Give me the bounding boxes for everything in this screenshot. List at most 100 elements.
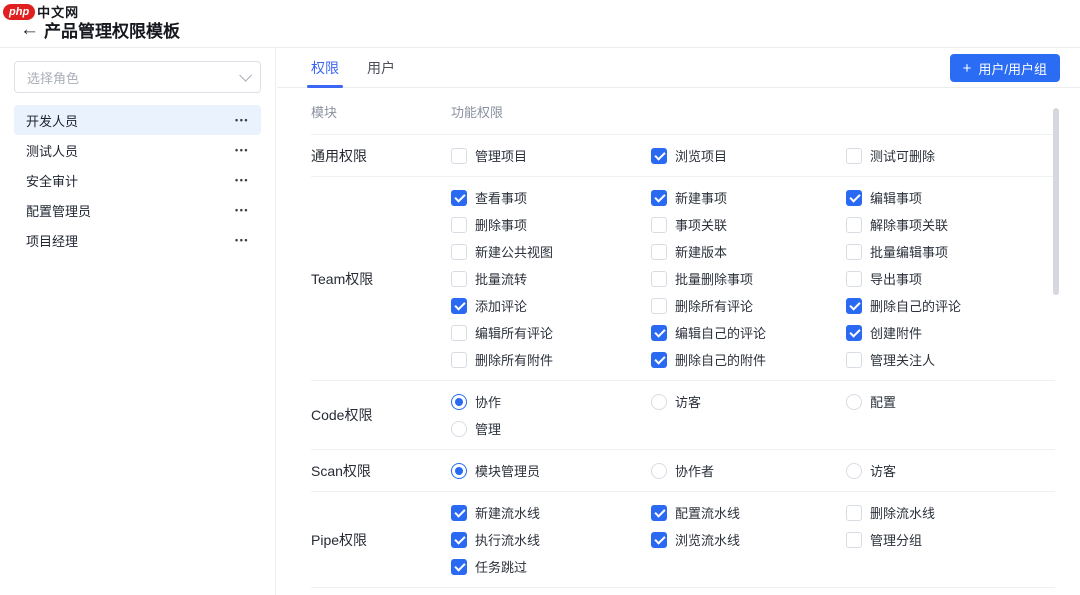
checkbox-option[interactable]: 解除事项关联 (846, 211, 1055, 238)
checkbox-icon[interactable] (451, 298, 467, 314)
radio-option[interactable]: 模块管理员 (451, 457, 651, 484)
checkbox-icon[interactable] (846, 298, 862, 314)
sidebar-item-role[interactable]: 安全审计••• (14, 165, 261, 195)
more-icon[interactable]: ••• (235, 145, 249, 155)
checkbox-option[interactable]: 管理分组 (846, 526, 1055, 553)
checkbox-option[interactable]: 配置流水线 (651, 499, 846, 526)
checkbox-icon[interactable] (651, 148, 667, 164)
checkbox-option[interactable]: 导出事项 (846, 265, 1055, 292)
permission-lines: 协作访客配置管理 (451, 388, 1055, 442)
role-select[interactable]: 选择角色 (14, 61, 261, 93)
sidebar-item-role[interactable]: 开发人员 ••• (14, 105, 261, 135)
checkbox-icon[interactable] (651, 325, 667, 341)
permission-line: 管理项目浏览项目测试可删除 (451, 142, 1055, 169)
add-user-group-button[interactable]: + 用户/用户组 (950, 54, 1060, 82)
checkbox-icon[interactable] (451, 532, 467, 548)
checkbox-icon[interactable] (846, 325, 862, 341)
tabs-row: 权限用户 + 用户/用户组 (277, 48, 1080, 88)
more-icon[interactable]: ••• (235, 175, 249, 185)
checkbox-option[interactable]: 测试可删除 (846, 142, 1055, 169)
checkbox-option[interactable]: 管理关注人 (846, 346, 1055, 373)
permission-label: 删除流水线 (870, 503, 935, 522)
checkbox-option[interactable]: 执行流水线 (451, 526, 651, 553)
checkbox-option[interactable]: 新建版本 (651, 238, 846, 265)
radio-icon[interactable] (651, 463, 667, 479)
radio-option[interactable]: 访客 (651, 388, 846, 415)
checkbox-icon[interactable] (651, 298, 667, 314)
sidebar-item-role[interactable]: 测试人员••• (14, 135, 261, 165)
checkbox-option[interactable]: 新建流水线 (451, 499, 651, 526)
checkbox-icon[interactable] (846, 148, 862, 164)
radio-option[interactable]: 协作者 (651, 457, 846, 484)
radio-icon[interactable] (451, 394, 467, 410)
checkbox-icon[interactable] (846, 217, 862, 233)
checkbox-icon[interactable] (651, 244, 667, 260)
radio-option[interactable]: 配置 (846, 388, 1055, 415)
back-arrow-icon[interactable]: ← (20, 20, 39, 39)
checkbox-icon[interactable] (846, 352, 862, 368)
checkbox-option[interactable]: 事项关联 (651, 211, 846, 238)
checkbox-icon[interactable] (451, 148, 467, 164)
checkbox-icon[interactable] (451, 190, 467, 206)
checkbox-option[interactable]: 编辑事项 (846, 184, 1055, 211)
sidebar-item-role[interactable]: 配置管理员••• (14, 195, 261, 225)
checkbox-option[interactable]: 删除事项 (451, 211, 651, 238)
checkbox-option[interactable]: 浏览流水线 (651, 526, 846, 553)
checkbox-icon[interactable] (846, 532, 862, 548)
checkbox-option[interactable]: 管理项目 (451, 142, 651, 169)
checkbox-icon[interactable] (451, 559, 467, 575)
radio-option[interactable]: 访客 (846, 457, 1055, 484)
checkbox-icon[interactable] (846, 505, 862, 521)
radio-icon[interactable] (451, 421, 467, 437)
checkbox-option[interactable]: 删除所有附件 (451, 346, 651, 373)
radio-option[interactable]: 协作 (451, 388, 651, 415)
checkbox-option[interactable]: 添加评论 (451, 292, 651, 319)
checkbox-option[interactable]: 任务跳过 (451, 553, 651, 580)
radio-icon[interactable] (451, 463, 467, 479)
checkbox-icon[interactable] (651, 352, 667, 368)
more-icon[interactable]: ••• (235, 235, 249, 245)
checkbox-option[interactable]: 删除流水线 (846, 499, 1055, 526)
checkbox-option[interactable]: 删除自己的附件 (651, 346, 846, 373)
checkbox-option[interactable]: 创建附件 (846, 319, 1055, 346)
role-label: 开发人员 (26, 111, 78, 130)
permission-lines: 管理项目浏览项目测试可删除 (451, 142, 1055, 169)
checkbox-option[interactable]: 删除所有评论 (651, 292, 846, 319)
checkbox-option[interactable]: 批量删除事项 (651, 265, 846, 292)
checkbox-option[interactable]: 新建事项 (651, 184, 846, 211)
permission-label: 删除自己的评论 (870, 296, 961, 315)
radio-icon[interactable] (846, 394, 862, 410)
checkbox-icon[interactable] (451, 505, 467, 521)
radio-icon[interactable] (846, 463, 862, 479)
checkbox-option[interactable]: 查看事项 (451, 184, 651, 211)
checkbox-icon[interactable] (651, 217, 667, 233)
radio-option[interactable]: 管理 (451, 415, 651, 442)
checkbox-option[interactable]: 删除自己的评论 (846, 292, 1055, 319)
radio-icon[interactable] (651, 394, 667, 410)
more-icon[interactable]: ••• (235, 115, 249, 125)
checkbox-icon[interactable] (651, 532, 667, 548)
checkbox-option[interactable]: 新建公共视图 (451, 238, 651, 265)
checkbox-option[interactable]: 批量流转 (451, 265, 651, 292)
checkbox-icon[interactable] (451, 217, 467, 233)
checkbox-icon[interactable] (846, 244, 862, 260)
checkbox-icon[interactable] (846, 190, 862, 206)
checkbox-option[interactable]: 编辑自己的评论 (651, 319, 846, 346)
checkbox-icon[interactable] (651, 505, 667, 521)
table-row: Code权限协作访客配置管理 (311, 381, 1055, 450)
checkbox-icon[interactable] (451, 325, 467, 341)
checkbox-option[interactable]: 编辑所有评论 (451, 319, 651, 346)
checkbox-icon[interactable] (451, 244, 467, 260)
checkbox-icon[interactable] (651, 190, 667, 206)
checkbox-icon[interactable] (451, 352, 467, 368)
checkbox-option[interactable]: 浏览项目 (651, 142, 846, 169)
more-icon[interactable]: ••• (235, 205, 249, 215)
checkbox-option[interactable]: 批量编辑事项 (846, 238, 1055, 265)
vertical-scrollbar[interactable] (1053, 108, 1059, 295)
tab-active[interactable]: 权限 (311, 48, 339, 87)
checkbox-icon[interactable] (451, 271, 467, 287)
checkbox-icon[interactable] (846, 271, 862, 287)
checkbox-icon[interactable] (651, 271, 667, 287)
tab-inactive[interactable]: 用户 (367, 48, 395, 87)
sidebar-item-role[interactable]: 项目经理••• (14, 225, 261, 255)
